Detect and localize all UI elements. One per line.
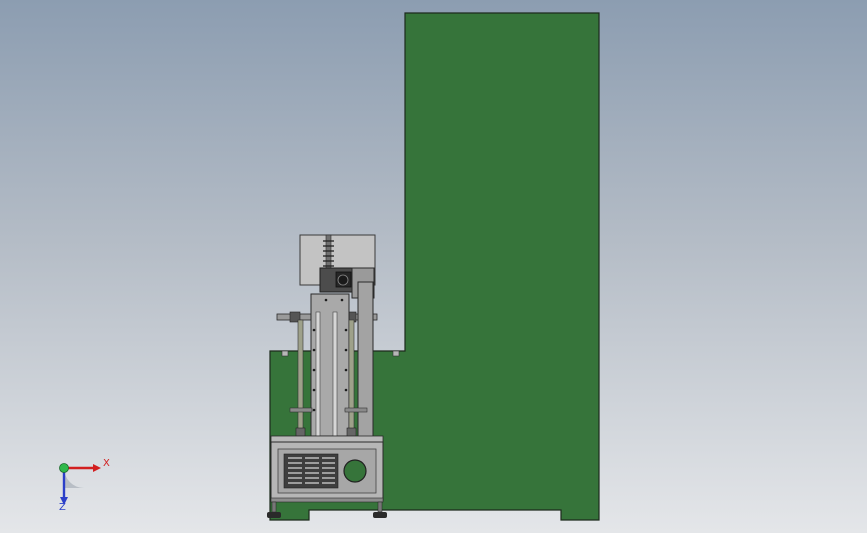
base-bottom-rail bbox=[270, 497, 384, 503]
cabinet-vent-grille bbox=[283, 453, 339, 489]
rod-clamp-right bbox=[346, 427, 357, 437]
frame-foot-pad-left bbox=[281, 350, 289, 357]
lower-bracket-right bbox=[344, 407, 368, 413]
motor-head[interactable] bbox=[319, 267, 355, 293]
axis-triad bbox=[59, 463, 101, 505]
cabinet-fan-port bbox=[343, 459, 367, 483]
center-column-rail-left bbox=[315, 311, 321, 437]
base-cabinet-top-plate[interactable] bbox=[270, 435, 384, 443]
x-axis-label: X bbox=[103, 458, 110, 469]
right-upright-post[interactable] bbox=[357, 281, 374, 439]
lower-bracket-left bbox=[289, 407, 313, 413]
cad-model-view[interactable] bbox=[0, 0, 867, 533]
cad-graphics-viewport[interactable]: X Z bbox=[0, 0, 867, 533]
rod-clamp-left bbox=[295, 427, 306, 437]
z-axis-label: Z bbox=[59, 502, 66, 513]
y-axis-origin bbox=[59, 463, 69, 473]
frame-foot-pad-right bbox=[392, 350, 400, 357]
center-column-rail-right bbox=[332, 311, 338, 437]
x-axis-arrowhead bbox=[93, 464, 101, 472]
